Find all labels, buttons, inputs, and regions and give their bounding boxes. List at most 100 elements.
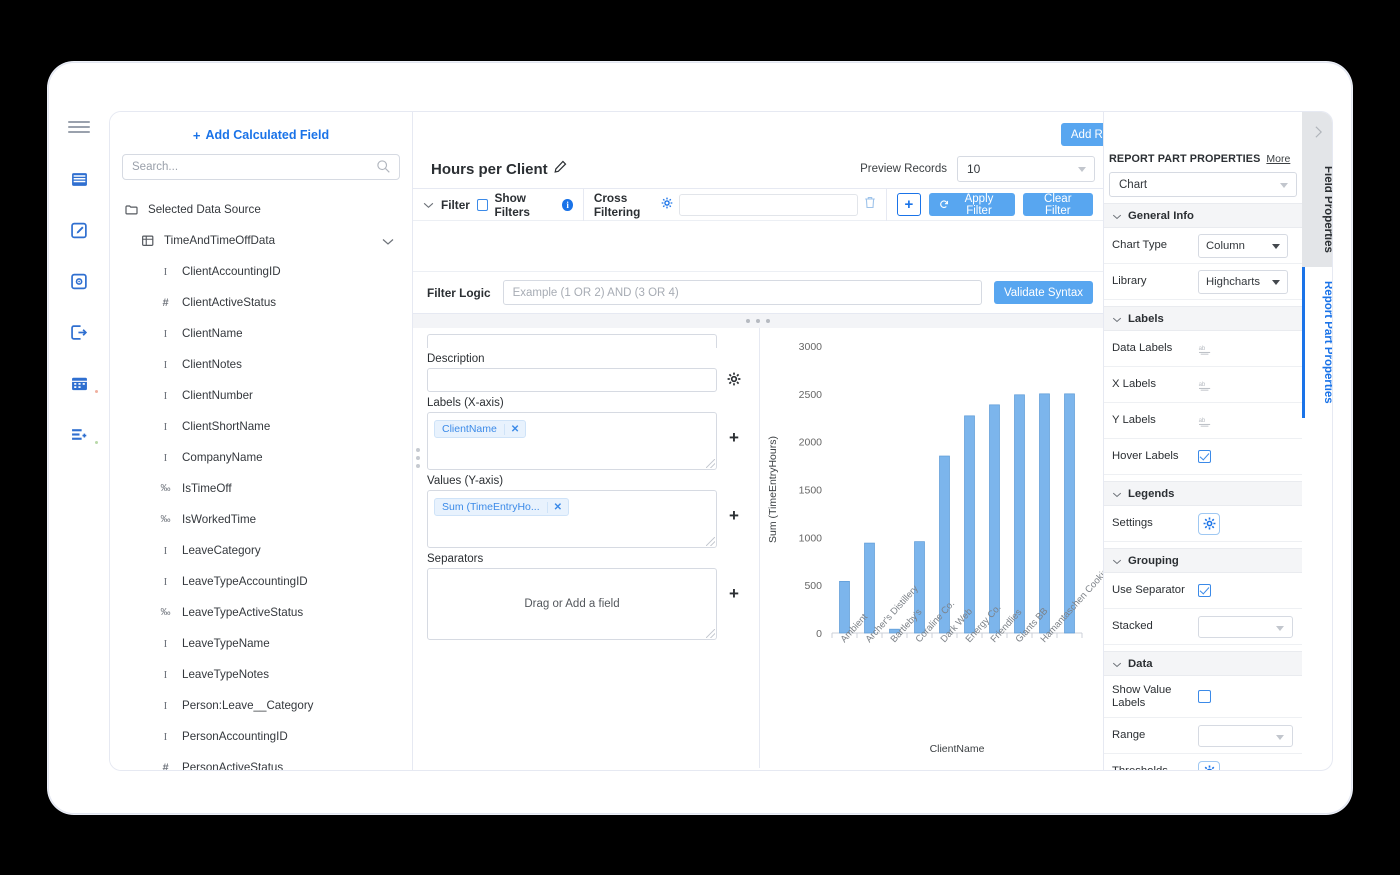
clear-filter-button[interactable]: Clear Filter [1022,193,1093,217]
field-item[interactable]: I ClientNumber [110,380,412,411]
legend-settings-button[interactable] [1198,512,1220,535]
field-item[interactable]: I ClientShortName [110,411,412,442]
text-format-icon[interactable]: ab [1198,415,1212,427]
cross-filtering-input[interactable] [679,193,859,216]
field-item[interactable]: I CompanyName [110,442,412,473]
preview-records-select[interactable]: 10 [957,156,1095,182]
y-axis-tick-label: 500 [804,580,822,592]
tab-field-properties[interactable]: Field Properties [1302,152,1332,267]
tree-node-datasource[interactable]: TimeAndTimeOffData [110,225,412,256]
report-part-type-select[interactable]: Chart [1109,172,1297,197]
search-input[interactable] [122,154,400,180]
chart-bar[interactable] [839,580,850,634]
sidebar-item-designer[interactable] [49,215,109,246]
column-drag-grip[interactable] [416,448,420,468]
field-chip[interactable]: Sum (TimeEntryHo... ✕ [434,498,570,516]
separators-dropzone[interactable]: Drag or Add a field [427,568,717,640]
field-item[interactable]: I ClientNotes [110,349,412,380]
field-item[interactable]: ‰ IsWorkedTime [110,504,412,535]
resize-grip-icon[interactable] [706,629,715,638]
section-labels[interactable]: Labels [1104,306,1302,331]
field-item[interactable]: # ClientActiveStatus [110,287,412,318]
section-grouping[interactable]: Grouping [1104,548,1302,573]
sidebar-item-export[interactable] [49,317,109,348]
add-separator-field-button[interactable]: + [725,568,743,604]
add-label-field-button[interactable]: + [725,412,743,448]
field-item[interactable]: I LeaveTypeAccountingID [110,566,412,597]
hover-labels-checkbox[interactable] [1198,450,1211,463]
description-gear-icon[interactable] [725,368,743,386]
properties-more-link[interactable]: More [1266,153,1290,165]
apply-filter-label: Apply Filter [964,192,994,217]
range-select[interactable] [1198,724,1293,747]
section-general-info[interactable]: General Info [1104,203,1302,228]
number-type-icon: # [162,296,169,309]
resize-grip-icon[interactable] [706,537,715,546]
remove-chip-icon[interactable]: ✕ [546,501,568,513]
y-axis-tick-label: 1000 [799,532,823,544]
field-item[interactable]: # PersonActiveStatus [110,752,412,770]
row-x-labels: X Labels ab [1104,367,1302,403]
section-legends[interactable]: Legends [1104,481,1302,506]
chevron-down-icon [1276,734,1284,740]
section-data[interactable]: Data [1104,651,1302,676]
description-input[interactable] [427,368,717,392]
gear-icon[interactable] [661,196,673,214]
chart-bar[interactable] [1014,394,1025,634]
row-chart-type: Chart Type Column [1104,228,1302,264]
text-format-icon[interactable]: ab [1198,379,1212,391]
tab-report-part-properties[interactable]: Report Part Properties [1302,266,1332,418]
panel-resize-handle[interactable] [413,314,1103,328]
values-y-axis-dropzone[interactable]: Sum (TimeEntryHo... ✕ [427,490,717,548]
edit-title-pencil-icon[interactable] [554,160,567,178]
field-item[interactable]: ‰ IsTimeOff [110,473,412,504]
show-value-labels-checkbox[interactable] [1198,690,1211,703]
add-calculated-field-button[interactable]: + Add Calculated Field [110,112,412,150]
menu-toggle-button[interactable] [49,111,109,142]
field-item[interactable]: I LeaveCategory [110,535,412,566]
chevron-down-icon [1112,310,1122,328]
info-icon[interactable]: i [562,198,573,211]
chevron-down-icon[interactable] [423,196,434,214]
sidebar-item-reports[interactable] [49,164,109,195]
field-item[interactable]: I Person:Leave__Category [110,690,412,721]
field-chip[interactable]: ClientName ✕ [434,420,527,438]
filter-logic-input[interactable] [502,280,982,305]
apply-filter-button[interactable]: Apply Filter [928,192,1015,217]
resize-grip-icon[interactable] [706,459,715,468]
tree-root-selected-data-source[interactable]: Selected Data Source [110,194,412,225]
show-filters-checkbox[interactable] [476,198,488,211]
field-item[interactable]: I PersonAccountingID [110,721,412,752]
field-item[interactable]: I LeaveTypeName [110,628,412,659]
sidebar-item-schedule[interactable] [49,368,109,399]
stacked-label: Stacked [1112,620,1153,632]
chart-bar[interactable] [989,404,1000,634]
use-separator-checkbox[interactable] [1198,584,1211,597]
add-value-field-button[interactable]: + [725,490,743,526]
field-item[interactable]: I ClientAccountingID [110,256,412,287]
field-item[interactable]: I ClientName [110,318,412,349]
chart-bar[interactable] [1064,393,1075,634]
labels-x-axis-dropzone[interactable]: ClientName ✕ [427,412,717,470]
hover-labels-label: Hover Labels [1112,450,1179,462]
thresholds-button[interactable] [1198,760,1220,770]
delete-filter-icon[interactable] [864,196,876,214]
validate-syntax-button[interactable]: Validate Syntax [993,281,1093,304]
chevron-down-icon[interactable] [382,236,394,249]
chart-type-select[interactable]: Column [1198,233,1288,258]
chart-type-value: Column [1206,239,1245,252]
stacked-select[interactable] [1198,615,1293,638]
text-type-icon: I [163,265,168,278]
chart-bar[interactable] [1039,393,1050,634]
field-item[interactable]: I LeaveTypeNotes [110,659,412,690]
sidebar-item-data-sources[interactable] [49,419,109,450]
chart-bar[interactable] [964,415,975,634]
remove-chip-icon[interactable]: ✕ [503,423,525,435]
field-item[interactable]: ‰ LeaveTypeActiveStatus [110,597,412,628]
library-select[interactable]: Highcharts [1198,269,1288,294]
text-format-icon[interactable]: ab [1198,343,1212,355]
add-filter-button[interactable]: + [897,193,921,216]
text-type-icon: I [163,575,168,588]
collapse-panel-button[interactable] [1302,112,1332,152]
sidebar-item-report-settings[interactable] [49,266,109,297]
